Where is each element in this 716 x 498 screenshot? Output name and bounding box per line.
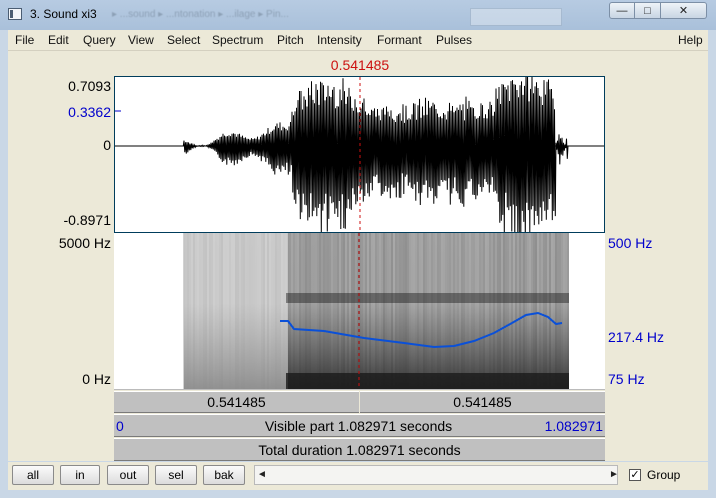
waveform-trace [115,77,604,232]
zoom-selection-button[interactable]: sel [155,465,197,485]
spectrogram-freq-top: 5000 Hz [58,235,111,251]
segment-right-label: 0.541485 [453,394,512,410]
menu-edit[interactable]: Edit [48,33,69,47]
maximize-button[interactable]: □ [635,2,661,19]
zoom-back-button[interactable]: bak [203,465,245,485]
scroll-left-icon[interactable]: ◄ [257,469,267,480]
waveform-cursor-value: 0.3362 [68,104,111,120]
menu-pulses[interactable]: Pulses [436,33,472,47]
zoom-all-button[interactable]: all [12,465,54,485]
menu-intensity[interactable]: Intensity [317,33,362,47]
waveform-panel[interactable] [114,76,605,233]
zoom-in-button[interactable]: in [60,465,100,485]
waveform-plot [115,77,604,232]
menu-help[interactable]: Help [678,33,703,47]
menu-spectrum[interactable]: Spectrum [212,33,263,47]
menu-select[interactable]: Select [167,33,200,47]
segment-left-label: 0.541485 [207,394,266,410]
pitch-bottom-label: 75 Hz [608,371,645,387]
minimize-button[interactable]: — [609,2,635,19]
menu-query[interactable]: Query [83,33,116,47]
menu-formant[interactable]: Formant [377,33,422,47]
window-app-icon [8,8,22,20]
spectrogram-panel[interactable] [114,233,605,390]
visible-part-label: Visible part 1.082971 seconds [264,418,453,434]
spectrogram-freq-bottom: 0 Hz [82,371,111,387]
cursor-time-label: 0.541485 [330,57,390,73]
visible-part-bar[interactable]: 0 Visible part 1.082971 seconds 1.082971 [114,414,605,437]
background-search-ghost [470,8,562,26]
group-checkbox[interactable]: ✓ [629,469,641,481]
pitch-cursor-value: 217.4 Hz [608,329,665,345]
window-title: 3. Sound xi3 [30,7,97,21]
spectrogram-voice-bar [286,373,569,389]
menu-file[interactable]: File [15,33,34,47]
group-label: Group [647,468,681,482]
waveform-zero-label: 0 [103,137,111,153]
visible-end-time: 1.082971 [544,418,603,434]
segment-right-duration[interactable]: 0.541485 [360,391,605,413]
spectrogram-formant-band [286,293,569,303]
spectrogram-plot [183,233,569,389]
menu-view[interactable]: View [128,33,154,47]
waveform-ymax-label: 0.7093 [68,78,111,94]
menu-pitch[interactable]: Pitch [277,33,304,47]
zoom-out-button[interactable]: out [107,465,149,485]
total-duration-bar[interactable]: Total duration 1.082971 seconds [114,438,605,461]
spectrogram-fricative-region [184,233,288,389]
waveform-ymin-label: -0.8971 [63,212,111,228]
total-duration-label: Total duration 1.082971 seconds [258,442,461,458]
close-button[interactable]: ✕ [661,2,707,19]
scroll-right-icon[interactable]: ► [609,469,619,480]
horizontal-scrollbar[interactable] [254,465,618,485]
segment-left-duration[interactable]: 0.541485 [114,391,359,413]
background-window-ghost: ▸ ...sound ▸ ...ntonation ▸ ...ilage ▸ P… [112,9,289,20]
pitch-top-label: 500 Hz [608,235,653,251]
